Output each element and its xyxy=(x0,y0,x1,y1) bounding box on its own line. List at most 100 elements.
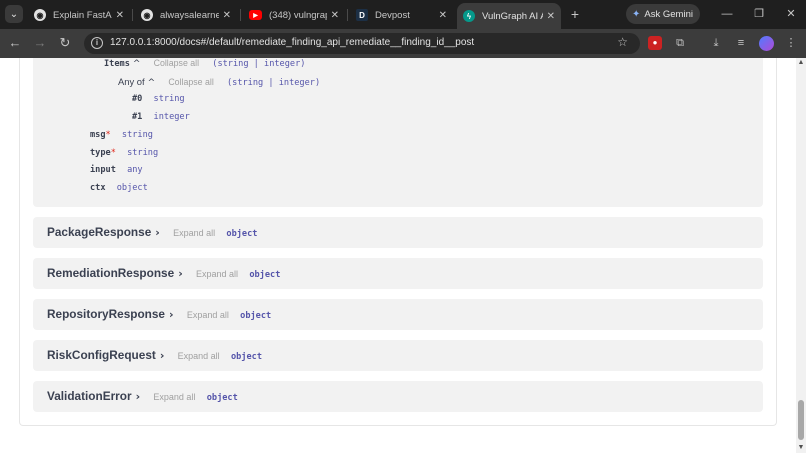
chevron-right-icon[interactable]: › xyxy=(136,390,141,403)
tab-title: alwaysalearner1 xyxy=(160,9,219,21)
tab-strip: ⌄ ◉ Explain FastAPI ✕ ◉ alwaysalearner1 … xyxy=(0,0,806,29)
variant-key: #0 xyxy=(132,94,143,104)
required-star: * xyxy=(110,148,116,158)
scroll-up-icon[interactable]: ▲ xyxy=(797,59,805,67)
model-type: object xyxy=(226,229,258,239)
back-icon[interactable]: ← xyxy=(7,35,23,51)
model-type: object xyxy=(206,393,238,403)
ask-gemini-button[interactable]: ✦ Ask Gemini xyxy=(626,4,700,24)
ask-gemini-label: Ask Gemini xyxy=(644,8,693,20)
property-type: string xyxy=(121,130,153,140)
tab-title: VulnGraph AI A xyxy=(482,10,543,22)
close-icon[interactable]: ✕ xyxy=(439,10,447,21)
model-type: object xyxy=(230,352,262,362)
chevron-right-icon[interactable]: › xyxy=(160,349,165,362)
fastapi-icon: ϟ xyxy=(463,10,475,22)
expand-all-button[interactable]: Expand all xyxy=(187,310,229,320)
model-type: object xyxy=(249,270,281,280)
anyof-variant-0: #0 string xyxy=(132,94,185,104)
tab-explain-fastapi[interactable]: ◉ Explain FastAPI ✕ xyxy=(28,4,130,26)
tab-github[interactable]: ◉ alwaysalearner1 ✕ xyxy=(135,4,237,26)
model-title[interactable]: RiskConfigRequest › Expand all object xyxy=(47,348,262,362)
chevron-right-icon[interactable]: › xyxy=(155,226,160,239)
items-label: Items xyxy=(104,59,130,69)
anyof-label: Any of xyxy=(118,76,145,87)
expand-all-button[interactable]: Expand all xyxy=(173,228,215,238)
minimize-icon[interactable]: — xyxy=(720,6,734,22)
property-input: input any xyxy=(90,165,143,175)
tab-vulngraph[interactable]: ϟ VulnGraph AI A ✕ xyxy=(457,3,561,29)
chevron-up-icon[interactable]: ^ xyxy=(133,59,141,69)
schema-model-validation-error[interactable]: ValidationError › Expand all object xyxy=(33,381,763,412)
expand-all-button[interactable]: Expand all xyxy=(196,269,238,279)
items-row: Items ^ Collapse all (string | integer) xyxy=(104,58,305,69)
record-extension-icon[interactable]: ● xyxy=(648,36,662,50)
model-title[interactable]: PackageResponse › Expand all object xyxy=(47,225,257,239)
window-close-icon[interactable]: ✕ xyxy=(784,6,798,22)
address-bar[interactable]: i 127.0.0.1:8000/docs#/default/remediate… xyxy=(84,33,640,54)
property-type: object xyxy=(116,183,148,193)
profile-avatar[interactable] xyxy=(759,36,774,51)
property-ctx: ctx object xyxy=(90,183,148,193)
gemini-sparkle-icon: ✦ xyxy=(632,8,641,20)
close-icon[interactable]: ✕ xyxy=(116,10,124,21)
model-name[interactable]: RiskConfigRequest xyxy=(47,348,156,362)
browser-toolbar: ← → ↻ i 127.0.0.1:8000/docs#/default/rem… xyxy=(0,29,806,58)
collapse-all-button[interactable]: Collapse all xyxy=(168,77,213,87)
chevron-up-icon[interactable]: ^ xyxy=(148,78,156,88)
property-name: input xyxy=(90,165,116,175)
menu-kebab-icon[interactable]: ⋮ xyxy=(784,36,798,50)
tab-devpost[interactable]: D Devpost ✕ xyxy=(350,4,453,26)
model-name[interactable]: RemediationResponse xyxy=(47,266,174,280)
close-icon[interactable]: ✕ xyxy=(223,10,231,21)
scroll-down-icon[interactable]: ▼ xyxy=(797,444,805,452)
url-text[interactable]: 127.0.0.1:8000/docs#/default/remediate_f… xyxy=(110,37,474,48)
property-name: msg xyxy=(90,130,106,140)
tab-title: (348) vulngraph xyxy=(269,9,327,21)
bookmark-star-icon[interactable]: ☆ xyxy=(617,35,628,49)
schema-model-remediation-response[interactable]: RemediationResponse › Expand all object xyxy=(33,258,763,289)
required-star: * xyxy=(105,130,111,140)
tab-title: Explain FastAPI xyxy=(53,9,112,21)
new-tab-icon[interactable]: + xyxy=(567,6,583,22)
model-name[interactable]: ValidationError xyxy=(47,389,132,403)
collapse-all-button[interactable]: Collapse all xyxy=(154,58,199,68)
property-type: string xyxy=(127,148,159,158)
chevron-right-icon[interactable]: › xyxy=(169,308,174,321)
model-title[interactable]: RepositoryResponse › Expand all object xyxy=(47,307,271,321)
variant-type: integer xyxy=(153,112,190,122)
expand-all-button[interactable]: Expand all xyxy=(178,351,220,361)
model-title[interactable]: ValidationError › Expand all object xyxy=(47,389,238,403)
close-icon[interactable]: ✕ xyxy=(547,11,555,22)
schema-model-risk-config-request[interactable]: RiskConfigRequest › Expand all object xyxy=(33,340,763,371)
page-viewport: Items ^ Collapse all (string | integer) A… xyxy=(0,58,796,453)
devpost-icon: D xyxy=(356,9,368,21)
reload-icon[interactable]: ↻ xyxy=(57,35,73,51)
download-icon[interactable]: ⤓ xyxy=(709,36,723,50)
forward-icon[interactable]: → xyxy=(32,35,48,51)
variant-type: string xyxy=(153,94,185,104)
site-info-icon[interactable]: i xyxy=(91,37,103,49)
model-name[interactable]: PackageResponse xyxy=(47,225,151,239)
tab-youtube[interactable]: ▶ (348) vulngraph ✕ xyxy=(243,4,345,26)
github-icon: ◉ xyxy=(141,9,153,21)
property-msg: msg* string xyxy=(90,130,153,140)
extensions-puzzle-icon[interactable]: ⧉ xyxy=(673,36,687,50)
model-title[interactable]: RemediationResponse › Expand all object xyxy=(47,266,280,280)
model-name[interactable]: RepositoryResponse xyxy=(47,307,165,321)
schema-model-package-response[interactable]: PackageResponse › Expand all object xyxy=(33,217,763,248)
restore-icon[interactable]: ❐ xyxy=(752,6,766,22)
schema-model-repository-response[interactable]: RepositoryResponse › Expand all object xyxy=(33,299,763,330)
variant-key: #1 xyxy=(132,112,143,122)
close-icon[interactable]: ✕ xyxy=(331,10,339,21)
scrollbar-thumb[interactable] xyxy=(798,400,804,440)
chevron-right-icon[interactable]: › xyxy=(178,267,183,280)
tab-search-icon[interactable]: ⌄ xyxy=(5,5,23,23)
media-control-icon[interactable]: ≡ xyxy=(734,36,748,50)
page-scrollbar[interactable]: ▲ ▼ xyxy=(796,58,806,453)
tab-separator xyxy=(347,9,348,21)
tab-separator xyxy=(240,9,241,21)
chatgpt-icon: ◉ xyxy=(34,9,46,21)
expand-all-button[interactable]: Expand all xyxy=(153,392,195,402)
property-name: type xyxy=(90,148,111,158)
